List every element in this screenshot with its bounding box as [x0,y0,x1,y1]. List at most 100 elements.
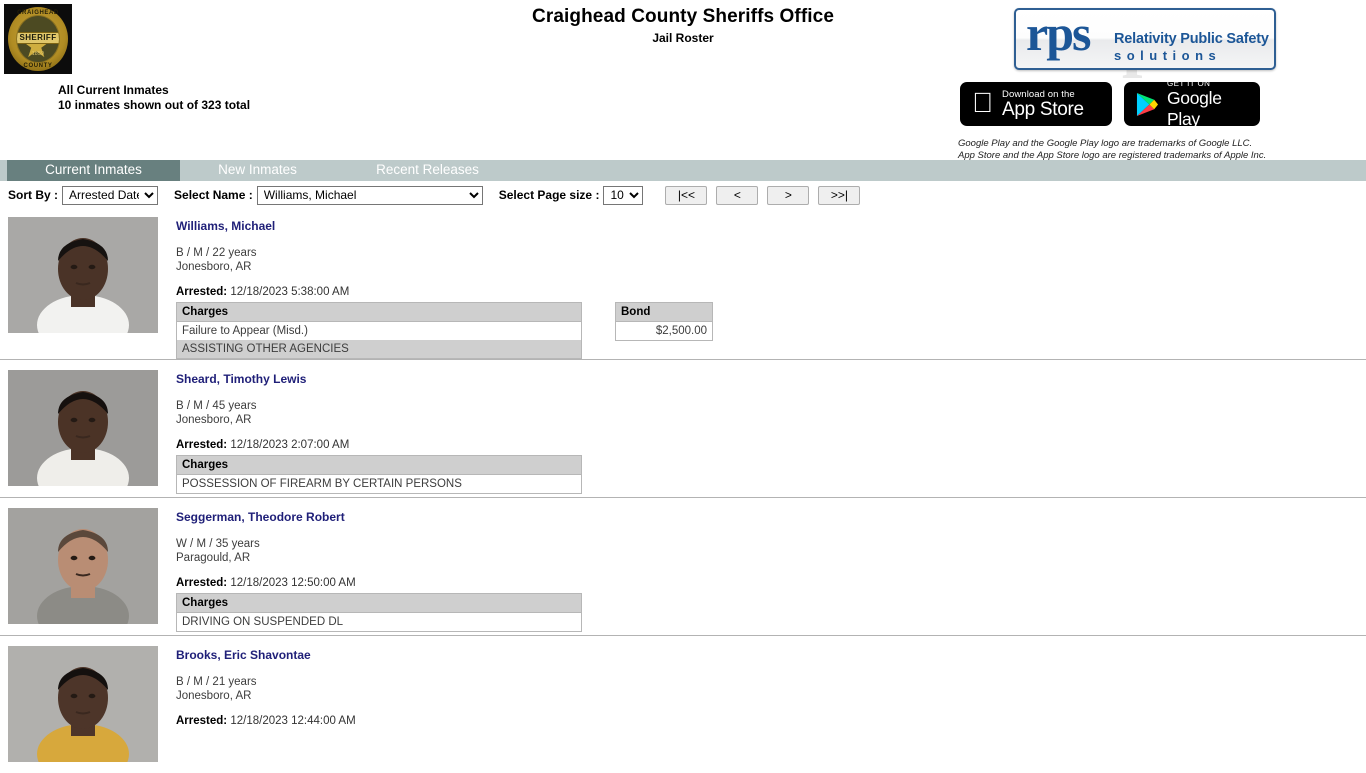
bond-amount-cell: $2,500.00 [655,325,707,337]
rps-logo-line1: Relativity Public Safety [1114,31,1269,47]
badge-year-text: 1859 [31,51,45,57]
pager-first-button[interactable]: |<< [665,185,708,205]
google-play-big-label: Google Play [1167,88,1222,129]
charges-column-header: Charges [176,302,582,322]
sort-by-label: Sort By : [8,188,59,202]
pager-next-button[interactable]: > [767,185,810,205]
arrested-label: Arrested: [176,439,228,451]
inmate-arrested-line: Arrested: 12/18/2023 2:07:00 AM [176,439,1366,451]
inmate-tables: Charges POSSESSION OF FIREARM BY CERTAIN … [176,455,1366,494]
sort-by-select[interactable]: Arrested Date [62,185,159,205]
inmate-demographics: B / M / 21 years Jonesboro, AR [176,675,1366,703]
table-row: Failure to Appear (Misd.) [177,322,582,341]
inmate-race-sex-age: B / M / 22 years [176,247,257,259]
charges-table: Charges POSSESSION OF FIREARM BY CERTAIN … [176,455,582,494]
sheriff-badge-logo: CRAIGHEAD COUNTY SHERIFF 1859 [4,4,72,74]
inmate-race-sex-age: W / M / 35 years [176,538,260,550]
inmate-name-link[interactable]: Williams, Michael [176,219,275,233]
inmate-details: Seggerman, Theodore Robert W / M / 35 yea… [176,506,1366,632]
rps-logo-line2: solutions [1114,48,1222,63]
page-size-label: Select Page size : [498,188,600,202]
charge-cell: Failure to Appear (Misd.) [182,325,308,337]
arrested-value: 12/18/2023 5:38:00 AM [230,286,350,298]
rps-logo[interactable]: rps Relativity Public Safety solutions [1014,8,1276,70]
page-header: CRAIGHEAD COUNTY SHERIFF 1859 Craighead … [0,0,1366,161]
inmate-roster-list: Williams, Michael B / M / 22 years Jonesbo… [0,207,1366,773]
roster-toolbar: Sort By : Arrested Date Select Name : Wi… [0,181,1366,207]
arrested-label: Arrested: [176,577,228,589]
inmate-arrested-line: Arrested: 12/18/2023 12:44:00 AM [176,715,1366,727]
inmate-mugshot[interactable] [8,370,158,486]
pager-prev-button[interactable]: < [716,185,759,205]
inmate-arrested-line: Arrested: 12/18/2023 5:38:00 AM [176,286,1366,298]
inmate-demographics: W / M / 35 years Paragould, AR [176,537,1366,565]
inmate-mugshot[interactable] [8,217,158,333]
app-store-small-label: Download on the [981,88,1075,100]
inmate-details: Williams, Michael B / M / 22 years Jonesbo… [176,215,1366,359]
rps-logo-mark: rps [1026,8,1091,61]
charges-column-header: Charges [176,455,582,475]
pager-last-button[interactable]: >>| [818,185,861,205]
arrested-value: 12/18/2023 12:44:00 AM [230,715,356,727]
inmate-city: Jonesboro, AR [176,414,252,426]
inmate-demographics: B / M / 45 years Jonesboro, AR [176,399,1366,427]
arrested-label: Arrested: [176,715,228,727]
table-row: DRIVING ON SUSPENDED DL [177,613,582,632]
tab-recent-releases[interactable]: Recent Releases [350,160,505,181]
charge-cell: POSSESSION OF FIREARM BY CERTAIN PERSONS [182,478,462,490]
select-name-label: Select Name : [174,188,253,202]
inmate-city: Jonesboro, AR [176,690,252,702]
inmate-details: Brooks, Eric Shavontae B / M / 21 years Jo… [176,644,1366,727]
table-row: $2,500.00 [616,322,713,341]
inmate-city: Paragould, AR [176,552,251,564]
select-name-select[interactable]: Williams, Michael [256,185,483,205]
table-row: POSSESSION OF FIREARM BY CERTAIN PERSONS [177,475,582,494]
summary-line-2: 10 inmates shown out of 323 total [58,98,251,112]
page-size-select[interactable]: 10 [603,185,644,205]
summary-line-1: All Current Inmates [58,83,169,97]
badge-ring: CRAIGHEAD COUNTY SHERIFF 1859 [8,7,68,71]
charge-cell: DRIVING ON SUSPENDED DL [182,616,344,628]
inmate-tables: Charges DRIVING ON SUSPENDED DL [176,593,1366,632]
badge-inner: SHERIFF 1859 [16,15,60,63]
charges-table: Charges Failure to Appear (Misd.) ASSISTIN… [176,302,582,359]
inmate-name-link[interactable]: Sheard, Timothy Lewis [176,372,306,386]
table-row: ASSISTING OTHER AGENCIES [176,340,582,359]
inmate-race-sex-age: B / M / 21 years [176,676,257,688]
inmate-record: Seggerman, Theodore Robert W / M / 35 yea… [0,497,1366,635]
badge-bottom-text: COUNTY [23,63,53,69]
inmate-demographics: B / M / 22 years Jonesboro, AR [176,246,1366,274]
tab-new-inmates[interactable]: New Inmates [185,160,330,181]
bond-column-header: Bond [615,302,713,322]
store-badges:  Download on the App Store GET IT ON Go… [960,79,1260,129]
inmate-race-sex-age: B / M / 45 years [176,400,257,412]
inmate-mugshot[interactable] [8,646,158,762]
inmate-record: Sheard, Timothy Lewis B / M / 45 years Jon… [0,359,1366,497]
app-store-big-label: App Store [981,98,1084,120]
inmate-name-link[interactable]: Seggerman, Theodore Robert [176,510,345,524]
inmate-tables: Charges Failure to Appear (Misd.) ASSISTIN… [176,302,1366,359]
inmate-city: Jonesboro, AR [176,261,252,273]
inmate-details: Sheard, Timothy Lewis B / M / 45 years Jon… [176,368,1366,494]
bond-table: Bond $2,500.00 [615,302,713,341]
inmate-arrested-line: Arrested: 12/18/2023 12:50:00 AM [176,577,1366,589]
tab-bar: Current Inmates New Inmates Recent Relea… [0,160,1366,181]
vendor-branding: rps rps Relativity Public Safety solutio… [958,0,1310,161]
inmate-record: Brooks, Eric Shavontae B / M / 21 years Jo… [0,635,1366,773]
arrested-label: Arrested: [176,286,228,298]
trademark-line-1: Google Play and the Google Play logo are… [958,138,1253,149]
apple-icon:  [972,88,993,117]
inmate-mugshot[interactable] [8,508,158,624]
trademark-note: Google Play and the Google Play logo are… [958,138,1266,161]
app-store-button[interactable]:  Download on the App Store [960,82,1112,126]
tab-current-inmates[interactable]: Current Inmates [7,160,180,181]
inmate-name-link[interactable]: Brooks, Eric Shavontae [176,648,311,662]
badge-banner-text: SHERIFF [17,32,59,44]
charges-table: Charges DRIVING ON SUSPENDED DL [176,593,582,632]
inmate-record: Williams, Michael B / M / 22 years Jonesbo… [0,207,1366,359]
charge-cell: ASSISTING OTHER AGENCIES [176,340,582,359]
google-play-button[interactable]: GET IT ON Google Play [1124,79,1260,129]
google-play-icon [1136,92,1159,116]
roster-summary: All Current Inmates 10 inmates shown out… [58,83,250,113]
arrested-value: 12/18/2023 2:07:00 AM [230,439,350,451]
